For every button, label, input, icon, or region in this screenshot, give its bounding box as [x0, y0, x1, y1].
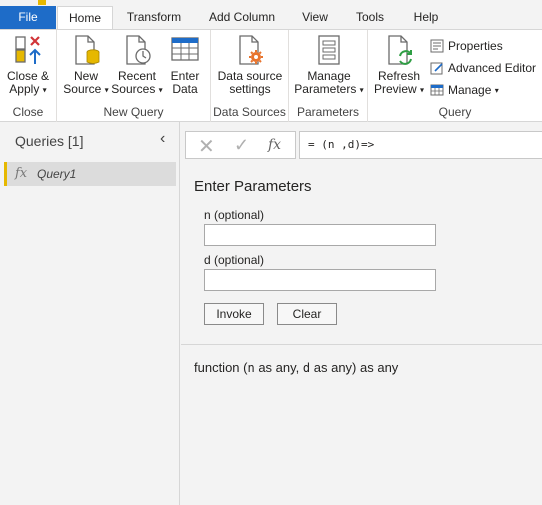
new-query-group: New Source ▾ Recent Sources ▾ Enter Data… [57, 30, 211, 122]
advanced-editor-button[interactable]: Advanced Editor [430, 58, 536, 78]
param-n-label: n (optional) [204, 208, 265, 222]
clear-button[interactable]: Clear [277, 303, 337, 325]
refresh-icon [383, 34, 415, 66]
chevron-down-icon: ▾ [42, 85, 47, 95]
chevron-down-icon: ▾ [494, 85, 499, 95]
properties-button[interactable]: Properties [430, 36, 503, 56]
function-signature: function (n as any, d as any) as any [194, 360, 399, 375]
formula-bar-actions: ✕ ✓ fx [185, 131, 296, 159]
recent-sources-icon [121, 34, 153, 66]
properties-icon [430, 39, 444, 53]
manage-parameters-button[interactable]: Manage Parameters ▾ [293, 34, 365, 96]
invoke-button[interactable]: Invoke [204, 303, 264, 325]
ribbon: Close & Apply ▾ Close New Source ▾ Recen… [0, 29, 542, 122]
table-icon [169, 34, 201, 66]
app-icon [38, 0, 46, 5]
tab-file[interactable]: File [0, 6, 56, 29]
enter-parameters-panel: Enter Parameters n (optional) d (optiona… [181, 166, 542, 505]
manage-query-button[interactable]: Manage ▾ [430, 80, 499, 100]
new-source-button[interactable]: New Source ▾ [62, 34, 110, 96]
formula-input[interactable]: = (n ,d)=> [299, 131, 542, 159]
chevron-down-icon: ▾ [158, 85, 163, 95]
close-group-label: Close [12, 105, 44, 119]
tab-tools[interactable]: Tools [346, 6, 394, 29]
param-d-input[interactable] [204, 269, 436, 291]
data-sources-group: Data source settings Data Sources [211, 30, 289, 122]
param-d-label: d (optional) [204, 253, 265, 267]
function-icon: fx [15, 166, 28, 181]
collapse-pane-icon[interactable]: ‹ [160, 130, 165, 148]
properties-label: Properties [448, 39, 503, 53]
chevron-down-icon: ▾ [420, 85, 425, 95]
ribbon-tabs: File Home Transform Add Column View Tool… [0, 6, 542, 30]
tab-help[interactable]: Help [404, 6, 448, 29]
insert-function-icon[interactable]: fx [268, 137, 281, 153]
close-apply-label-2: Apply ▾ [9, 82, 47, 96]
parameters-group: Manage Parameters ▾ Parameters [289, 30, 368, 122]
chevron-down-icon: ▾ [359, 85, 364, 95]
new-source-icon [70, 34, 102, 66]
enter-data-label-2: Data [172, 82, 198, 96]
close-apply-icon [12, 34, 44, 66]
advanced-editor-label: Advanced Editor [448, 61, 537, 75]
recent-sources-label-2: Sources ▾ [111, 82, 163, 96]
enter-data-button[interactable]: Enter Data [165, 34, 205, 96]
new-query-group-label: New Query [103, 105, 164, 119]
tab-view[interactable]: View [294, 6, 336, 29]
tab-home[interactable]: Home [57, 6, 113, 30]
refresh-preview-button[interactable]: Refresh Preview ▾ [374, 34, 424, 96]
panel-title: Enter Parameters [194, 178, 312, 195]
divider [181, 344, 542, 345]
param-n-input[interactable] [204, 224, 436, 246]
manage-query-label: Manage [448, 83, 492, 97]
parameters-icon [313, 34, 345, 66]
refresh-preview-label-2: Preview ▾ [374, 82, 425, 96]
chevron-down-icon: ▾ [104, 85, 109, 95]
data-source-settings-icon [234, 34, 266, 66]
data-source-settings-button[interactable]: Data source settings [215, 34, 285, 96]
close-group: Close & Apply ▾ Close [0, 30, 57, 122]
main-area: ✕ ✓ fx = (n ,d)=> Enter Parameters n (op… [181, 122, 542, 505]
recent-sources-button[interactable]: Recent Sources ▾ [111, 34, 163, 96]
query-group-label: Query [438, 105, 472, 119]
query-list-item[interactable]: fx Query1 [4, 162, 176, 186]
query-name: Query1 [37, 167, 77, 181]
new-source-label-2: Source ▾ [63, 82, 109, 96]
data-sources-group-label: Data Sources [213, 105, 286, 119]
parameters-group-label: Parameters [296, 105, 360, 119]
manage-table-icon [430, 83, 444, 97]
commit-check-icon[interactable]: ✓ [234, 135, 249, 156]
tab-transform[interactable]: Transform [118, 6, 190, 29]
queries-title: Queries [1] [15, 133, 84, 149]
formula-bar: ✕ ✓ fx = (n ,d)=> [185, 131, 542, 159]
manage-parameters-label-2: Parameters ▾ [294, 82, 364, 96]
cancel-icon[interactable]: ✕ [198, 134, 215, 159]
close-apply-button[interactable]: Close & Apply ▾ [4, 34, 52, 96]
tab-add-column[interactable]: Add Column [200, 6, 284, 29]
advanced-editor-icon [430, 61, 444, 75]
data-source-settings-label-2: settings [229, 82, 271, 96]
queries-pane: Queries [1] ‹ fx Query1 [0, 122, 180, 505]
query-group: Refresh Preview ▾ Properties Advanced Ed… [368, 30, 542, 122]
